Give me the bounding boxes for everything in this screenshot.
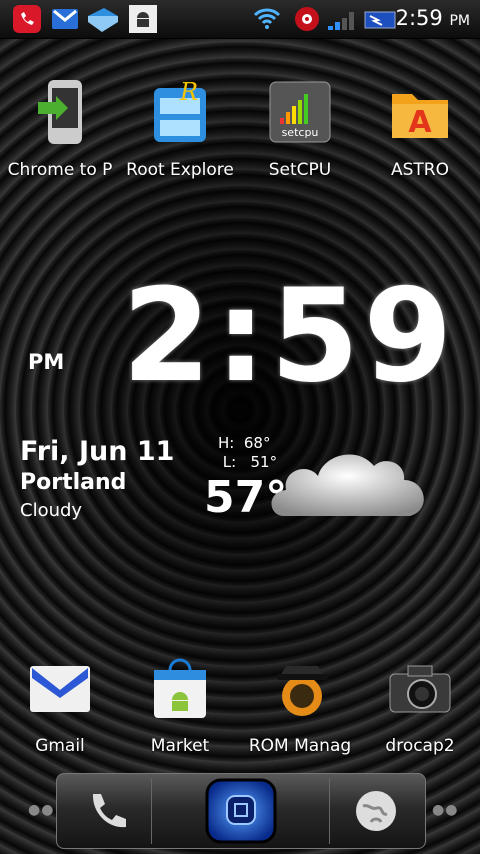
app-market[interactable]: Market [120,654,240,756]
weather-condition: Cloudy [20,500,83,521]
app-setcpu[interactable]: setcpu SetCPU [240,78,360,180]
file-cabinet-icon: R [146,78,214,146]
app-label: Market [150,736,210,756]
app-root-explorer[interactable]: R Root Explore [120,78,240,180]
app-astro[interactable]: A ASTRO [360,78,480,180]
signal-strength-icon [326,4,356,34]
battery-icon [364,4,396,34]
gmail-envelope-icon [26,654,94,722]
app-label: ASTRO [391,160,449,180]
dock [56,773,426,849]
media-player-icon [292,4,322,34]
phone-arrow-icon [26,78,94,146]
weather-city: Portland [20,470,127,495]
app-label: Root Explore [126,160,234,180]
dock-divider [329,778,330,844]
gmail-notification-icon [50,4,80,34]
setcpu-icon: setcpu [266,78,334,146]
app-chrome-to-phone[interactable]: Chrome to P [0,78,120,180]
app-drawer-icon[interactable] [201,778,281,848]
dock-divider [151,778,152,844]
android-debug-icon [128,4,158,34]
app-label: drocap2 [385,736,455,756]
camera-icon [386,654,454,722]
globe-icon[interactable] [353,788,399,838]
app-label: ROM Manag [248,736,352,756]
app-label: SetCPU [268,160,332,180]
app-label: Chrome to P [7,160,113,180]
app-gmail[interactable]: Gmail [0,654,120,756]
svg-text:R: R [179,78,198,106]
page-indicator-right[interactable]: ●● [432,802,458,818]
status-bar[interactable]: 2:59 PM [0,0,480,39]
low-label: L: [222,453,237,471]
weather-date: Fri, Jun 11 [20,436,175,467]
wifi-icon [252,4,282,34]
app-drocap2[interactable]: drocap2 [360,654,480,756]
market-bag-icon [146,654,214,722]
rom-manager-icon [266,654,334,722]
cloud-icon [266,430,436,538]
high-label: H: [218,434,235,452]
clock-time[interactable]: 2:59 [122,262,456,411]
svg-text:A: A [408,105,432,140]
app-rom-manager[interactable]: ROM Manag [240,654,360,756]
svg-text:setcpu: setcpu [282,126,319,139]
status-time: 2:59 PM [395,6,470,30]
book-icon [86,4,118,34]
phone-icon[interactable] [83,788,129,838]
page-indicator-left[interactable]: ●● [28,802,54,818]
folder-icon: A [386,78,454,146]
clock-ampm: PM [28,350,65,374]
missed-call-icon [12,4,42,34]
app-label: Gmail [35,736,85,756]
